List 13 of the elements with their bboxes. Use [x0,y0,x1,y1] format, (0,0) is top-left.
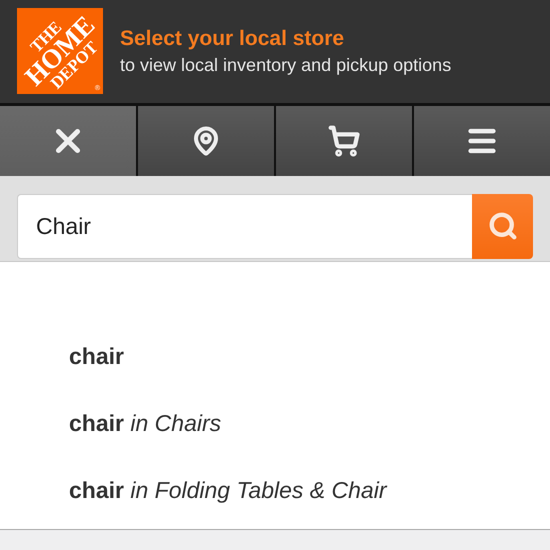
suggestion-item[interactable]: chair in Chairs [0,395,550,462]
suggestion-item[interactable]: chair in Folding Tables & Chair [0,462,550,529]
search-icon [488,211,518,241]
nav-tab[interactable] [414,106,550,176]
search-field[interactable]: Chair [17,194,472,258]
store-prompt-subtitle: to view local inventory and pickup options [120,54,452,76]
map-pin-icon [191,126,221,156]
suggestion-item[interactable]: chair [0,328,550,395]
nav-tab[interactable] [276,106,412,176]
nav-tab[interactable] [0,106,136,176]
cart-icon [328,124,360,156]
store-prompt-title: Select your local store [120,26,346,51]
nav-tab[interactable] [138,106,274,176]
